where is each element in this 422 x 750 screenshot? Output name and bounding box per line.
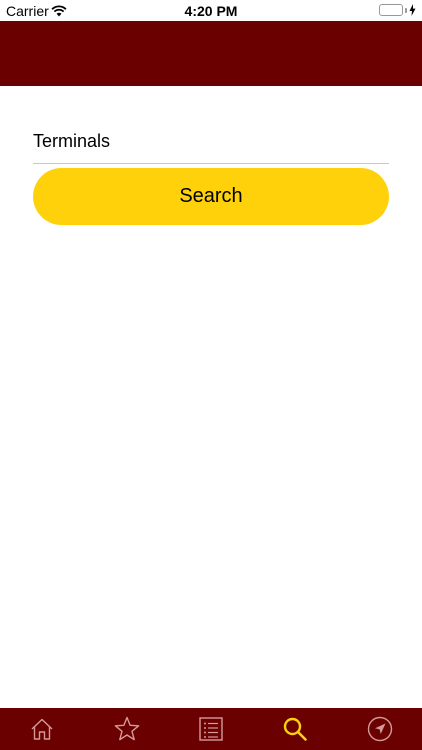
tab-home[interactable]: [0, 708, 84, 750]
app-header: [0, 21, 422, 86]
battery-icon: [379, 4, 416, 16]
list-icon: [199, 717, 223, 741]
home-icon: [31, 718, 53, 740]
tab-favorites[interactable]: [84, 708, 168, 750]
status-bar: Carrier 4:20 PM: [0, 0, 422, 21]
tab-nearby[interactable]: [338, 708, 422, 750]
tab-bar: [0, 708, 422, 750]
search-icon: [284, 717, 308, 741]
terminals-input[interactable]: [33, 126, 389, 164]
charging-bolt-icon: [409, 4, 416, 16]
star-icon: [114, 716, 139, 741]
location-arrow-icon: [367, 716, 393, 742]
tab-list[interactable]: [169, 708, 253, 750]
tab-search[interactable]: [253, 708, 337, 750]
search-button[interactable]: Search: [33, 168, 389, 225]
status-time: 4:20 PM: [184, 3, 238, 19]
